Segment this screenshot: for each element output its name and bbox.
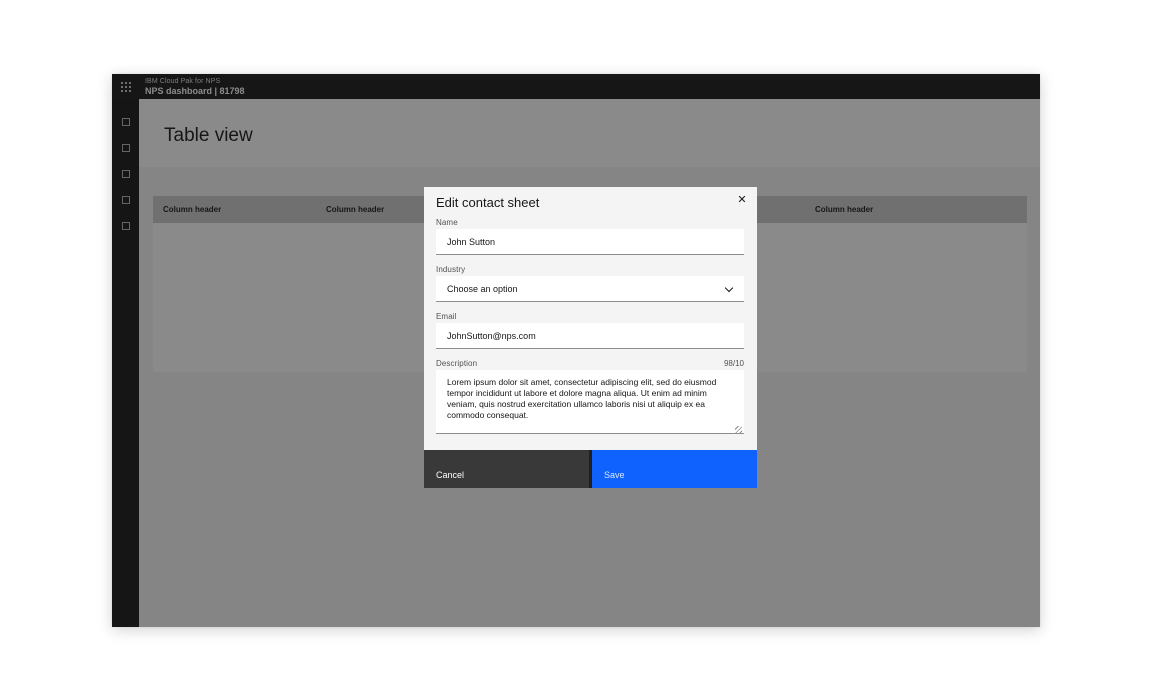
save-button[interactable]: Save [592,450,757,488]
description-label-row: Description 98/10 [436,359,744,368]
chevron-down-icon [726,285,732,291]
name-label: Name [436,218,744,227]
email-input[interactable] [436,323,744,349]
name-input[interactable] [436,229,744,255]
email-label: Email [436,312,744,321]
cancel-button[interactable]: Cancel [424,450,589,488]
edit-contact-sheet-modal: Edit contact sheet ✕ Name Industry Choos… [424,187,757,488]
modal-title: Edit contact sheet [436,195,745,210]
character-counter: 98/10 [724,359,744,368]
app-window: IBM Cloud Pak for NPS NPS dashboard | 81… [112,74,1040,627]
industry-label: Industry [436,265,744,274]
industry-select[interactable]: Choose an option [436,276,744,302]
close-icon[interactable]: ✕ [733,191,751,209]
description-label: Description [436,359,477,368]
modal-footer: Cancel Save [424,450,757,488]
description-textarea[interactable]: Lorem ipsum dolor sit amet, consectetur … [436,370,744,434]
modal-body: Name Industry Choose an option Email Des… [424,218,757,434]
industry-selected-value: Choose an option [447,284,518,294]
modal-header: Edit contact sheet ✕ [424,187,757,210]
